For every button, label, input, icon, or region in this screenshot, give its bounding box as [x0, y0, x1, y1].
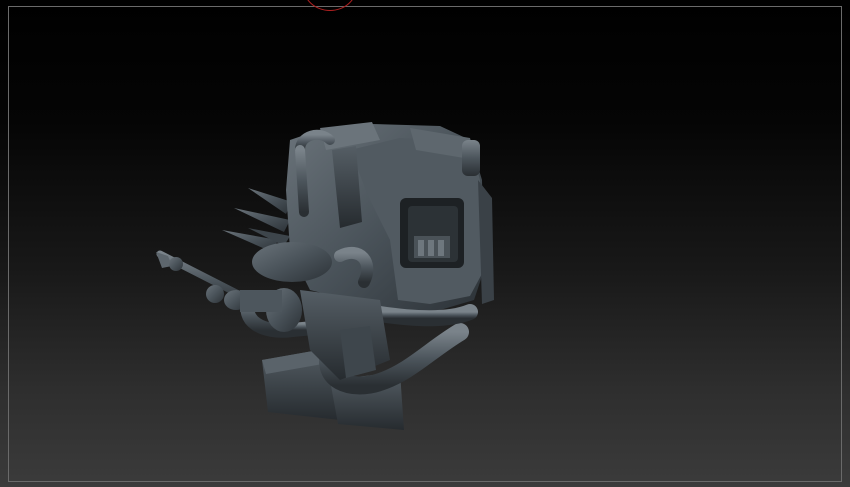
3d-viewport[interactable]	[0, 0, 850, 487]
sculpted-robot-head-model[interactable]	[0, 0, 850, 487]
spikes	[222, 188, 292, 252]
